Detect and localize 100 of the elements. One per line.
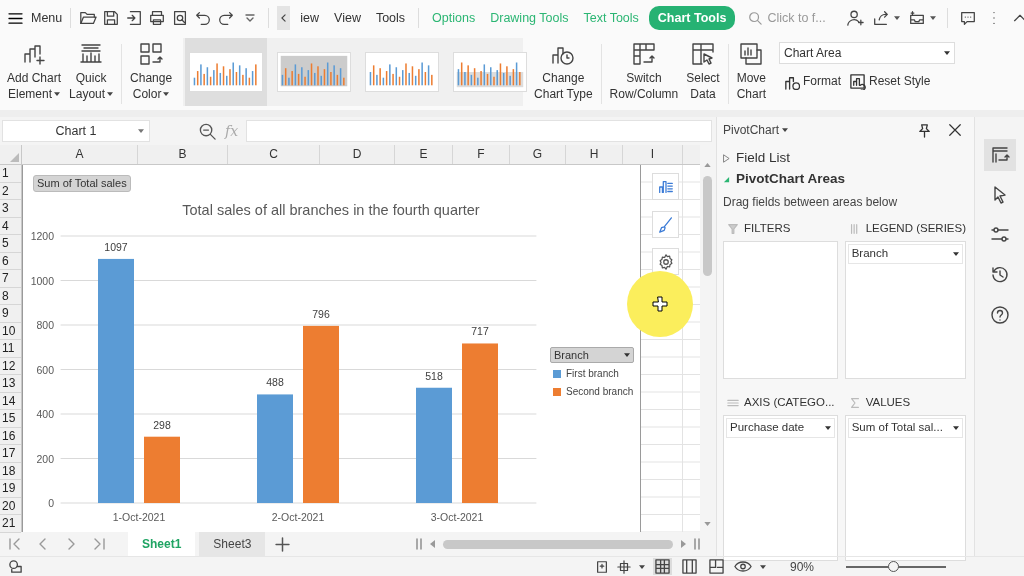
ribbon-button[interactable]: Reset Style <box>849 72 931 90</box>
column-header[interactable]: C <box>228 145 320 164</box>
column-header[interactable]: F <box>453 145 510 164</box>
ribbon-button[interactable]: Quick Layout <box>66 38 117 104</box>
zoom-icon[interactable] <box>198 121 217 141</box>
pivot-button[interactable] <box>983 139 1016 171</box>
area-label: FILTERS <box>744 220 791 236</box>
close-icon[interactable] <box>948 123 962 137</box>
help-icon <box>989 305 1010 325</box>
folder-icon[interactable] <box>79 9 98 27</box>
name-box[interactable]: Chart 1 <box>2 120 150 142</box>
chart-settings-button[interactable] <box>652 248 679 275</box>
ribbon-button[interactable]: Select Data <box>683 38 723 104</box>
row-header[interactable]: 5 <box>0 235 21 253</box>
row-header[interactable]: 21 <box>0 515 21 533</box>
export-icon[interactable] <box>125 9 144 27</box>
row-header[interactable]: 18 <box>0 462 21 480</box>
row-header[interactable]: 3 <box>0 200 21 218</box>
add-user-icon[interactable] <box>846 9 865 27</box>
row-header[interactable]: 20 <box>0 497 21 515</box>
search-field[interactable]: Click to f... <box>767 8 842 28</box>
first-sheet-icon[interactable] <box>8 537 22 551</box>
normal-view-button[interactable] <box>652 558 672 575</box>
page-layout-button[interactable] <box>679 558 699 575</box>
printer-icon[interactable] <box>148 9 167 27</box>
customize-caret-icon[interactable] <box>245 14 256 22</box>
redo-icon[interactable] <box>217 9 236 27</box>
row-header[interactable]: 7 <box>0 270 21 288</box>
scroll-left-icon[interactable] <box>430 540 435 548</box>
last-sheet-icon[interactable] <box>92 537 106 551</box>
pane-title-menu[interactable]: PivotChart <box>723 121 789 139</box>
ribbon-button[interactable]: Change Chart Type <box>531 38 596 104</box>
column-header[interactable]: H <box>566 145 623 164</box>
split-handle-icon[interactable] <box>416 538 422 550</box>
row-header[interactable]: 9 <box>0 305 21 323</box>
row-header[interactable]: 14 <box>0 392 21 410</box>
comment-icon[interactable] <box>959 9 978 27</box>
save-icon[interactable] <box>102 9 121 27</box>
row-header[interactable]: 13 <box>0 375 21 393</box>
axis-tick-label: 1200 <box>30 230 54 242</box>
crosshair-icon[interactable] <box>616 559 631 574</box>
column-header[interactable]: I <box>623 145 683 164</box>
column-header[interactable]: B <box>138 145 228 164</box>
ribbon-button[interactable]: Switch Row/Column <box>606 38 682 104</box>
ribbon-button[interactable]: Move Chart <box>733 38 769 104</box>
page-break-button[interactable] <box>706 558 726 575</box>
row-header[interactable]: 15 <box>0 410 21 428</box>
ribbon-button[interactable]: Add Chart Element <box>4 38 65 104</box>
section-toggle[interactable]: Field List <box>723 148 966 169</box>
scroll-up-icon[interactable] <box>704 163 711 167</box>
row-header[interactable]: 2 <box>0 182 21 200</box>
row-header[interactable]: 17 <box>0 445 21 463</box>
caret-icon <box>953 425 959 430</box>
ribbon-tab[interactable]: iew <box>295 5 325 31</box>
field-button[interactable]: Sum of Total sales <box>33 175 131 192</box>
row-header[interactable]: 8 <box>0 287 21 305</box>
scroll-right-icon[interactable] <box>681 540 686 548</box>
ribbon-tab[interactable]: Tools <box>370 5 411 31</box>
column-header[interactable]: E <box>395 145 453 164</box>
chart-elements-button[interactable] <box>652 173 679 200</box>
pin-icon[interactable] <box>917 122 932 138</box>
page-icon[interactable] <box>594 559 609 574</box>
ribbon-button[interactable]: Format <box>783 72 841 90</box>
row-header[interactable]: 1 <box>0 165 21 183</box>
row-header[interactable]: 11 <box>0 340 21 358</box>
chart-area[interactable]: 0 200 400 600 800 1000 1200 1-Oct-2021 1097 298 2-Oct-2021 488 796 3-Oct-2021 518 717 Total sales of all branches in the fourth quarter Sum of Total sales Branch First branch Second branch <box>22 165 641 532</box>
ribbon-tab[interactable]: View <box>329 5 366 31</box>
chart-element-select[interactable]: Chart Area <box>779 42 955 64</box>
filter-icon <box>727 222 739 235</box>
section-toggle[interactable]: PivotChart Areas <box>723 169 966 190</box>
inbox-add-icon[interactable] <box>908 9 927 27</box>
eye-icon[interactable] <box>733 560 752 573</box>
scrollbar-thumb[interactable] <box>703 176 712 276</box>
ribbon-button[interactable]: Change Color <box>127 38 176 104</box>
field-chip[interactable]: Purchase date <box>726 417 835 438</box>
macro-icon[interactable] <box>8 559 23 574</box>
add-sheet-icon[interactable] <box>275 536 291 552</box>
chart-style-thumbnail[interactable] <box>185 38 268 106</box>
formula-input[interactable] <box>246 120 712 142</box>
column-header[interactable]: D <box>320 145 395 164</box>
sheet-tab[interactable]: Sheet3 <box>199 532 266 556</box>
share-icon[interactable] <box>872 9 891 27</box>
field-chip[interactable]: Sum of Total sal... <box>847 417 963 438</box>
chart-style-button[interactable] <box>652 211 679 238</box>
row-header[interactable]: 16 <box>0 427 21 445</box>
row-header[interactable]: 6 <box>0 252 21 270</box>
row-header[interactable]: 10 <box>0 322 21 340</box>
legend-filter-button[interactable]: Branch <box>550 347 634 363</box>
split-handle-icon[interactable] <box>694 538 700 550</box>
menu-button[interactable]: Menu <box>8 8 63 28</box>
scroll-down-icon[interactable] <box>704 522 711 526</box>
field-chip[interactable]: Branch <box>847 243 963 264</box>
undo-icon[interactable] <box>194 9 213 27</box>
column-header[interactable]: G <box>510 145 566 164</box>
row-header[interactable]: 19 <box>0 480 21 498</box>
row-header[interactable]: 4 <box>0 217 21 235</box>
scrollbar-thumb[interactable] <box>443 539 673 549</box>
row-header[interactable]: 12 <box>0 357 21 375</box>
zoom-slider-thumb[interactable] <box>888 560 899 572</box>
column-header[interactable]: A <box>22 145 138 164</box>
